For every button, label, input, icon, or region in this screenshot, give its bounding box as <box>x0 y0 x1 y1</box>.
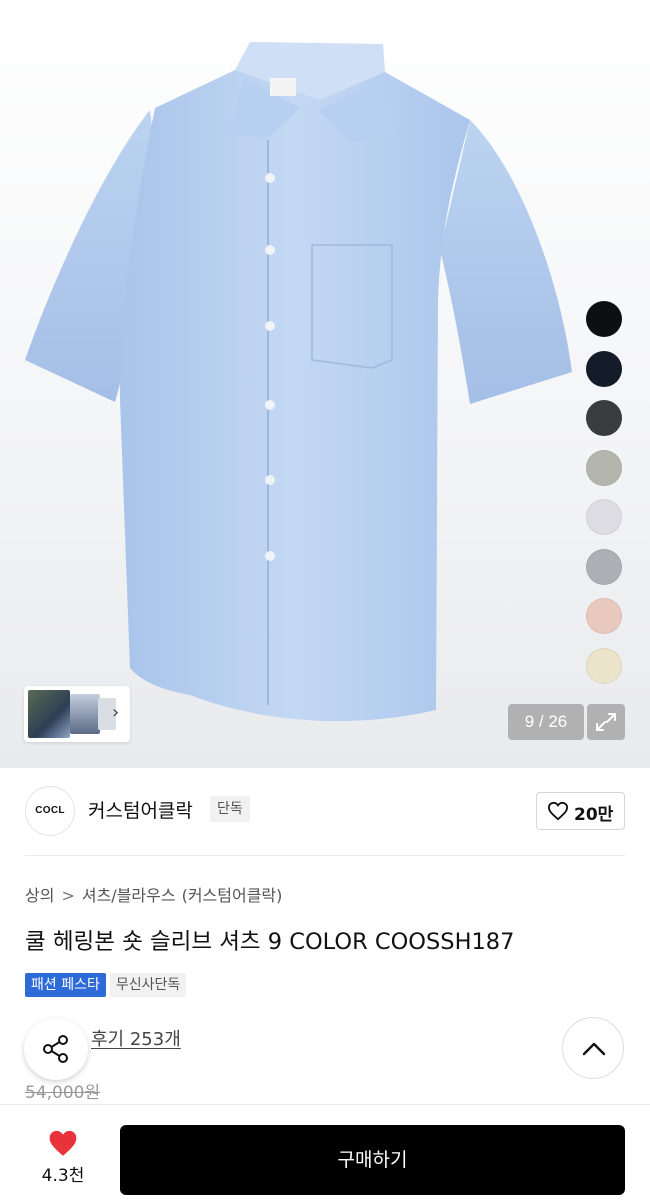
product-photo-shirt <box>25 42 572 722</box>
breadcrumb-item-category[interactable]: 상의 <box>25 882 54 906</box>
breadcrumb-brand[interactable]: (커스텀어클락) <box>182 882 283 906</box>
color-swatch[interactable] <box>586 647 622 684</box>
color-swatch[interactable] <box>586 548 622 585</box>
thumbnail-image[interactable] <box>70 694 100 734</box>
expand-button[interactable] <box>587 704 625 740</box>
badge-fashion-festa: 패션 페스타 <box>25 973 106 997</box>
chevron-right-icon[interactable]: › <box>112 702 119 723</box>
bottom-action-bar: 4.3천 구매하기 <box>0 1104 650 1200</box>
color-swatch[interactable] <box>586 350 622 387</box>
color-swatch[interactable] <box>586 449 622 486</box>
gallery-page-counter: 9 / 26 <box>508 704 584 740</box>
share-button[interactable] <box>24 1018 88 1080</box>
brand-logo[interactable]: COCL <box>25 786 75 836</box>
brand-exclusive-tag: 단독 <box>210 796 250 822</box>
chevron-up-icon <box>582 1042 606 1056</box>
product-title: 쿨 헤링본 숏 슬리브 셔츠 9 COLOR COOSSH187 <box>25 929 515 955</box>
color-swatch[interactable] <box>586 598 622 634</box>
heart-filled-icon <box>49 1130 77 1156</box>
chevron-right-icon: > <box>61 886 75 905</box>
color-swatch[interactable] <box>586 400 622 436</box>
color-swatch[interactable] <box>586 499 622 535</box>
breadcrumb: 상의 > 셔츠/블라우스 (커스텀어클락) <box>25 882 282 906</box>
wishlist-button[interactable]: 4.3천 <box>30 1127 96 1187</box>
divider <box>25 855 625 856</box>
thumbnail-image[interactable] <box>28 690 70 738</box>
brand-name[interactable]: 커스텀어클락 <box>88 796 193 823</box>
brand-like-button[interactable]: 20만 <box>536 792 625 830</box>
product-badges: 패션 페스타 무신사단독 <box>25 973 187 998</box>
brand-row: COCL 커스텀어클락 단독 20만 <box>0 768 650 856</box>
brand-like-count: 20만 <box>574 805 614 825</box>
heart-outline-icon <box>547 801 569 821</box>
original-price: 54,000원 <box>25 1083 101 1103</box>
buy-button[interactable]: 구매하기 <box>120 1125 625 1195</box>
expand-icon <box>596 713 616 731</box>
review-link[interactable]: 후기 253개 <box>91 1025 181 1051</box>
share-icon <box>43 1035 68 1063</box>
wishlist-count: 4.3천 <box>41 1166 85 1186</box>
scroll-to-top-button[interactable] <box>562 1017 624 1079</box>
badge-musinsa-exclusive: 무신사단독 <box>109 973 187 997</box>
color-swatch[interactable] <box>586 301 622 337</box>
gallery-thumbnail-strip[interactable]: › <box>24 686 130 742</box>
breadcrumb-item-subcategory[interactable]: 셔츠/블라우스 <box>82 882 176 906</box>
color-swatches <box>586 301 624 697</box>
product-image-gallery[interactable]: › 9 / 26 <box>0 0 650 768</box>
